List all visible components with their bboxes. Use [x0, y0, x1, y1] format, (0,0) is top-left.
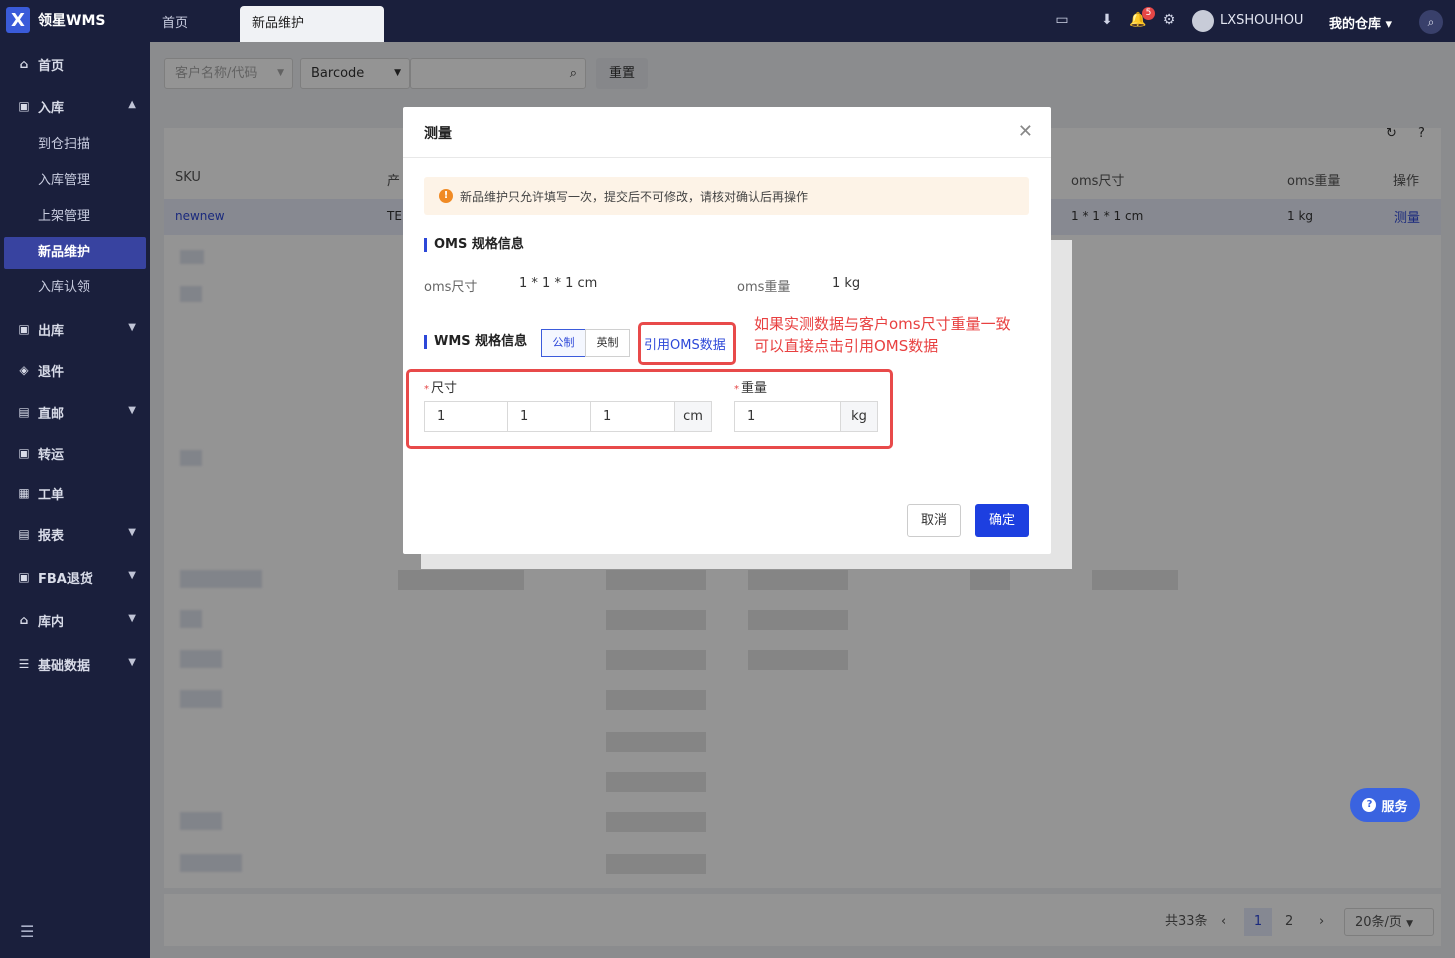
inputs-highlight-box: [406, 369, 893, 449]
sidebar-item-outbound[interactable]: ▣ 出库 ▼: [0, 309, 150, 349]
notification-badge: 5: [1142, 7, 1155, 20]
logo-icon: X: [6, 7, 30, 33]
sidebar-item-transfer[interactable]: ▣ 转运: [0, 433, 150, 473]
annotation-text: 如果实测数据与客户oms尺寸重量一致 可以直接点击引用OMS数据: [754, 315, 1011, 355]
close-icon[interactable]: ✕: [1018, 121, 1033, 142]
unit-metric-toggle[interactable]: 公制: [541, 329, 586, 357]
cancel-button[interactable]: 取消: [907, 504, 961, 537]
transfer-icon: ▣: [18, 446, 30, 460]
service-button[interactable]: ? 服务: [1350, 788, 1420, 822]
alert-text: 新品维护只允许填写一次，提交后不可修改，请核对确认后再操作: [460, 190, 809, 204]
sidebar-item-warehouse-internal[interactable]: ⌂ 库内 ▼: [0, 600, 150, 640]
home-icon: ⌂: [19, 57, 29, 71]
outbound-icon: ▣: [18, 322, 30, 336]
chevron-down-icon: ▼: [128, 613, 136, 624]
divider: [403, 157, 1051, 158]
app-logo[interactable]: X 领星WMS: [6, 7, 105, 33]
sidebar: ⌂ 首页 ▣ 入库 ▲ 到仓扫描 入库管理 上架管理 新品维护 入库认领 ▣ 出库 ▼ ◈…: [0, 42, 150, 958]
sidebar-item-work-order[interactable]: ▦ 工单: [0, 473, 150, 513]
wms-section-title: WMS 规格信息: [424, 335, 527, 349]
mail-icon: ▤: [18, 405, 30, 419]
sidebar-item-inbound-claim[interactable]: 入库认领: [0, 272, 150, 304]
oms-size-value: 1 * 1 * 1 cm: [519, 276, 598, 291]
oms-weight-label: oms重量: [737, 280, 791, 295]
sidebar-item-inbound-management[interactable]: 入库管理: [0, 165, 150, 197]
sidebar-item-fba-returns[interactable]: ▣ FBA退货 ▼: [0, 557, 150, 597]
chevron-up-icon: ▲: [128, 99, 136, 110]
avatar[interactable]: [1192, 10, 1214, 32]
work-order-icon: ▦: [18, 486, 30, 500]
sidebar-item-arrival-scan[interactable]: 到仓扫描: [0, 129, 150, 161]
chevron-down-icon: ▼: [128, 527, 136, 538]
tab-new-product[interactable]: 新品维护: [240, 6, 384, 42]
sidebar-item-home[interactable]: ⌂ 首页: [0, 44, 150, 84]
top-bar: X 领星WMS 首页 新品维护 ▭ ⬇ 🔔 5 ⚙ LXSHOUHOU 我的仓库…: [0, 0, 1455, 42]
list-icon: ☰: [18, 657, 30, 671]
warning-icon: !: [439, 189, 453, 203]
tab-home[interactable]: 首页: [150, 6, 200, 42]
return-icon: ◈: [19, 363, 29, 377]
warning-alert: ! 新品维护只允许填写一次，提交后不可修改，请核对确认后再操作: [424, 177, 1029, 215]
sidebar-item-putaway[interactable]: 上架管理: [0, 201, 150, 233]
user-name[interactable]: LXSHOUHOU: [1220, 13, 1303, 28]
collapse-menu-icon[interactable]: ☰: [20, 922, 34, 941]
sidebar-item-base-data[interactable]: ☰ 基础数据 ▼: [0, 644, 150, 684]
oms-section-title: OMS 规格信息: [424, 238, 524, 252]
sidebar-item-new-product[interactable]: 新品维护: [4, 237, 146, 269]
sidebar-item-reports[interactable]: ▤ 报表 ▼: [0, 514, 150, 554]
quote-highlight-box: [638, 322, 736, 365]
help-circle-icon: ?: [1362, 798, 1377, 812]
search-icon[interactable]: ⌕: [1419, 10, 1443, 34]
fba-icon: ▣: [18, 570, 30, 584]
oms-weight-value: 1 kg: [832, 276, 861, 291]
sidebar-item-inbound[interactable]: ▣ 入库 ▲: [0, 86, 150, 126]
download-icon[interactable]: ⬇: [1097, 10, 1117, 30]
confirm-button[interactable]: 确定: [975, 504, 1029, 537]
app-title: 领星WMS: [38, 13, 106, 29]
chevron-down-icon: ▼: [128, 405, 136, 416]
report-icon: ▤: [18, 527, 30, 541]
inbound-icon: ▣: [18, 99, 30, 113]
chevron-down-icon: ▼: [128, 657, 136, 668]
oms-size-label: oms尺寸: [424, 280, 478, 295]
chevron-down-icon: ▼: [128, 322, 136, 333]
warehouse-select[interactable]: 我的仓库 ▾: [1329, 13, 1392, 32]
settings-icon[interactable]: ⚙: [1159, 10, 1179, 30]
warehouse-icon: ⌂: [19, 613, 29, 627]
store-icon[interactable]: ▭: [1052, 10, 1072, 30]
dialog-title: 测量: [424, 126, 452, 142]
sidebar-item-returns[interactable]: ◈ 退件: [0, 350, 150, 390]
chevron-down-icon: ▼: [128, 570, 136, 581]
sidebar-item-direct-mail[interactable]: ▤ 直邮 ▼: [0, 392, 150, 432]
unit-imperial-toggle[interactable]: 英制: [585, 329, 630, 357]
